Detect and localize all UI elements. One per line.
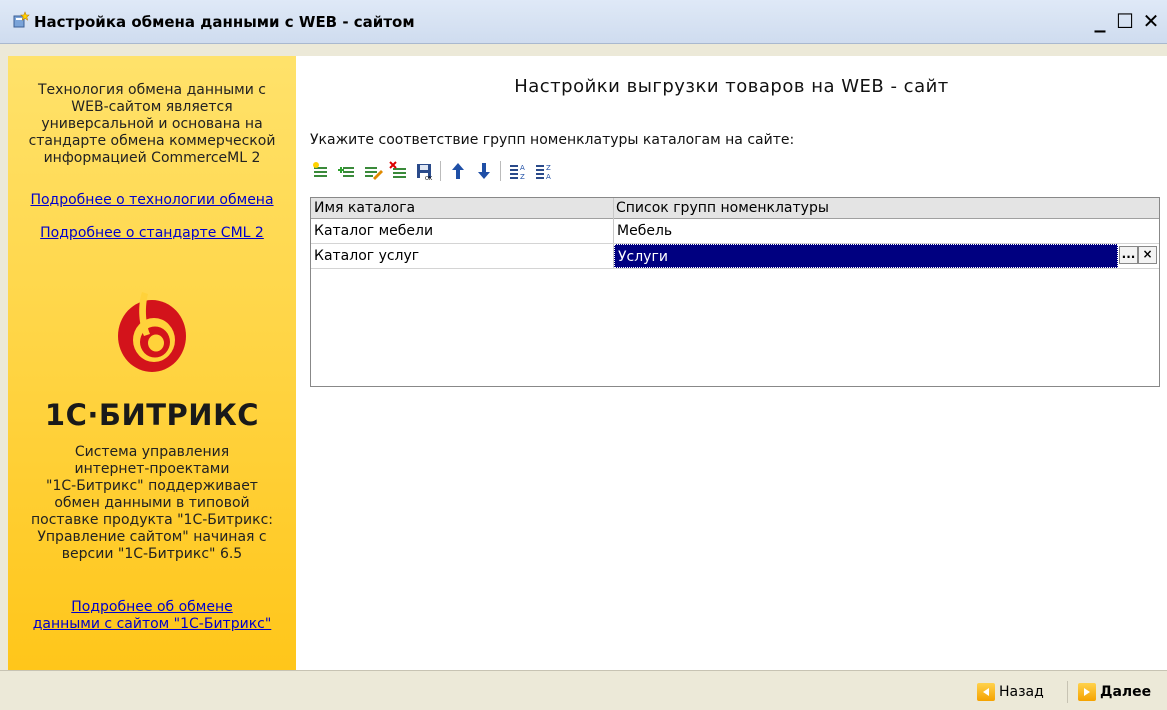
svg-text:Z: Z bbox=[520, 173, 525, 181]
window-titlebar: Настройка обмена данными с WEB - сайтом … bbox=[0, 0, 1167, 44]
wizard-app-icon bbox=[12, 11, 30, 29]
bitrix-logo-text: 1С·БИТРИКС bbox=[44, 398, 260, 432]
add-row-icon[interactable] bbox=[310, 160, 332, 182]
wizard-navigation-bar: Назад Далее bbox=[0, 670, 1167, 710]
technology-link[interactable]: Подробнее о технологии обмена bbox=[8, 192, 296, 209]
next-button-label: Далее bbox=[1100, 684, 1152, 700]
sort-descending-icon[interactable]: ZA bbox=[533, 160, 555, 182]
maximize-button[interactable]: ☐ bbox=[1113, 8, 1137, 34]
select-value-button[interactable]: ... bbox=[1119, 246, 1138, 264]
sort-ascending-icon[interactable]: AZ bbox=[507, 160, 529, 182]
close-button[interactable]: ✕ bbox=[1139, 8, 1163, 34]
edit-row-icon[interactable] bbox=[362, 160, 384, 182]
catalog-mapping-table: Имя каталога Список групп номенклатуры К… bbox=[310, 197, 1160, 387]
table-header: Имя каталога Список групп номенклатуры bbox=[311, 198, 1159, 219]
next-button[interactable]: Далее bbox=[1078, 681, 1151, 703]
catalog-name-cell[interactable]: Каталог мебели bbox=[311, 219, 613, 243]
save-ok-icon[interactable]: OK bbox=[414, 160, 436, 182]
svg-text:Z: Z bbox=[546, 164, 551, 172]
minimize-button[interactable]: _ bbox=[1088, 8, 1112, 34]
main-panel: Настройки выгрузки товаров на WEB - сайт… bbox=[296, 56, 1167, 670]
add-child-row-icon[interactable] bbox=[336, 160, 358, 182]
info-sidebar: Технология обмена данными с WEB-сайтом я… bbox=[8, 56, 296, 670]
technology-description: Технология обмена данными с WEB-сайтом я… bbox=[28, 82, 276, 166]
table-row[interactable]: Каталог мебели Мебель bbox=[311, 219, 1159, 244]
catalog-name-cell[interactable]: Каталог услуг bbox=[311, 244, 613, 268]
arrow-left-icon bbox=[977, 683, 995, 701]
bitrix-description: Система управления интернет-проектами "1… bbox=[30, 444, 274, 562]
instruction-text: Укажите соответствие групп номенклатуры … bbox=[310, 132, 795, 148]
delete-row-icon[interactable] bbox=[388, 160, 410, 182]
page-title: Настройки выгрузки товаров на WEB - сайт bbox=[514, 76, 949, 97]
svg-text:A: A bbox=[546, 173, 551, 181]
move-down-icon[interactable] bbox=[473, 160, 495, 182]
cml-standard-link[interactable]: Подробнее о стандарте CML 2 bbox=[8, 225, 296, 242]
toolbar-separator bbox=[440, 161, 441, 181]
clear-value-button[interactable]: × bbox=[1138, 246, 1157, 264]
groups-list-cell[interactable]: Мебель bbox=[614, 219, 1159, 243]
bitrix-logo-icon bbox=[116, 288, 188, 378]
svg-text:OK: OK bbox=[425, 176, 433, 181]
nav-separator bbox=[1067, 681, 1068, 703]
groups-list-cell-editing[interactable]: Услуги bbox=[614, 244, 1118, 268]
back-button-label: Назад bbox=[999, 684, 1044, 700]
toolbar-separator bbox=[500, 161, 501, 181]
svg-text:A: A bbox=[520, 164, 525, 172]
column-header-catalog-name[interactable]: Имя каталога bbox=[311, 198, 613, 218]
table-row[interactable]: Каталог услуг Услуги ... × bbox=[311, 244, 1159, 269]
column-header-groups-list[interactable]: Список групп номенклатуры bbox=[613, 198, 1159, 218]
move-up-icon[interactable] bbox=[447, 160, 469, 182]
window-title: Настройка обмена данными с WEB - сайтом bbox=[34, 13, 415, 31]
back-button[interactable]: Назад bbox=[977, 681, 1044, 703]
arrow-right-icon bbox=[1078, 683, 1096, 701]
bitrix-exchange-link[interactable]: Подробнее об обмене данными с сайтом "1С… bbox=[8, 599, 296, 633]
